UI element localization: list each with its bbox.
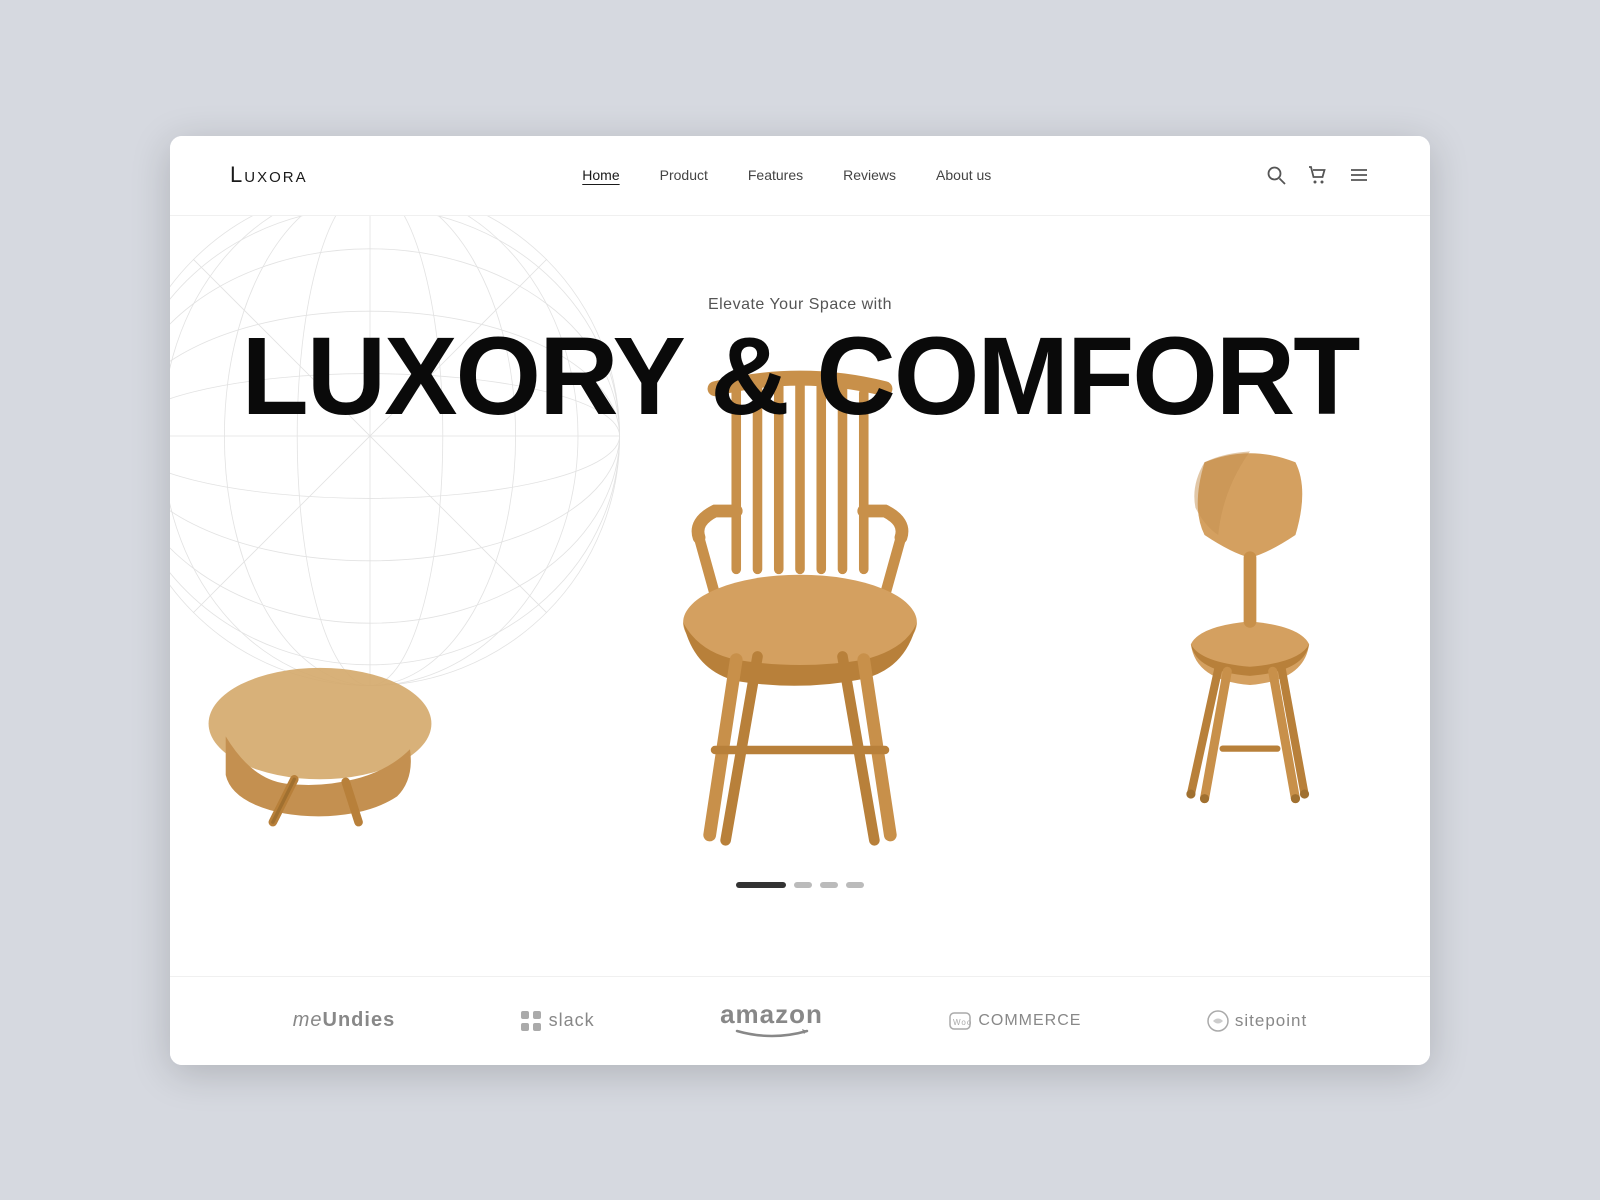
hero-subtitle: Elevate Your Space with — [242, 296, 1359, 314]
slider-dots — [736, 882, 864, 888]
hero-section: Elevate Your Space with LUXORY & COMFORT — [170, 216, 1430, 976]
nav-reviews[interactable]: Reviews — [843, 167, 896, 183]
brand-slack: slack — [521, 1010, 595, 1031]
slider-dot-3[interactable] — [820, 882, 838, 888]
side-table — [200, 655, 440, 831]
brand-woocommerce: Woo COMMERCE — [948, 1009, 1081, 1033]
brand-amazon: amazon — [720, 1001, 823, 1041]
nav-links: Home Product Features Reviews About us — [582, 167, 991, 183]
nav-home[interactable]: Home — [582, 167, 619, 183]
cart-icon[interactable] — [1306, 164, 1328, 186]
menu-icon[interactable] — [1348, 164, 1370, 186]
svg-text:Woo: Woo — [953, 1018, 972, 1027]
slider-dot-2[interactable] — [794, 882, 812, 888]
nav-product[interactable]: Product — [660, 167, 708, 183]
furniture-container — [170, 432, 1430, 872]
brand-meundies: meUndies — [293, 1009, 395, 1032]
brand-logo[interactable]: Luxora — [230, 162, 308, 188]
browser-window: Luxora Home Product Features Reviews Abo… — [170, 136, 1430, 1065]
cherner-chair — [1150, 435, 1350, 822]
hero-text-block: Elevate Your Space with LUXORY & COMFORT — [242, 296, 1359, 432]
nav-icons — [1266, 164, 1370, 186]
nav-about[interactable]: About us — [936, 167, 991, 183]
hero-title: LUXORY & COMFORT — [242, 322, 1359, 432]
navbar: Luxora Home Product Features Reviews Abo… — [170, 136, 1430, 216]
nav-features[interactable]: Features — [748, 167, 803, 183]
brands-bar: meUndies slack amazon Woo COMMERCE — [170, 976, 1430, 1065]
search-icon[interactable] — [1266, 165, 1286, 185]
slider-dot-4[interactable] — [846, 882, 864, 888]
brand-sitepoint: sitepoint — [1207, 1010, 1307, 1032]
slider-dot-1[interactable] — [736, 882, 786, 888]
